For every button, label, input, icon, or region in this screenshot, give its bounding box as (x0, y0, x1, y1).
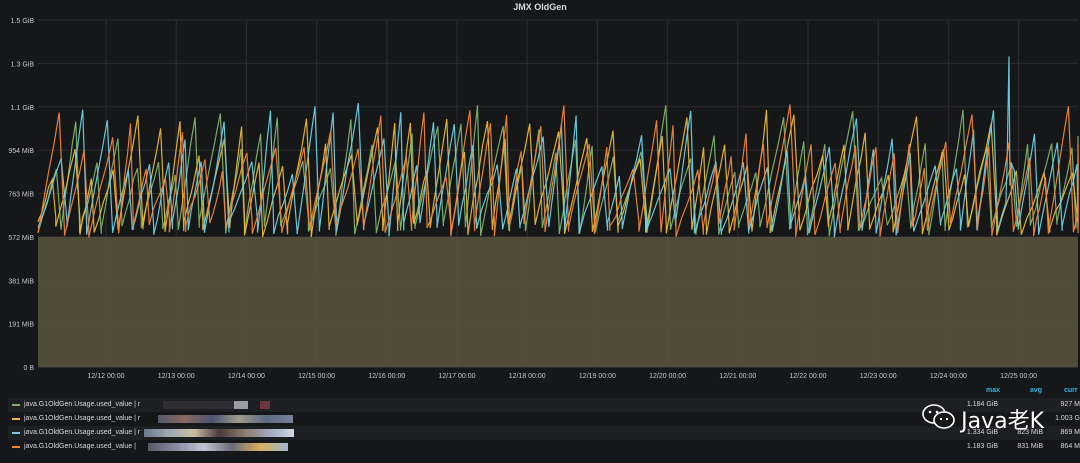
watermark: Java老K (922, 403, 1044, 434)
redacted-block (260, 401, 270, 409)
redacted-block (163, 401, 243, 409)
wechat-icon (922, 404, 955, 429)
redacted-block (234, 401, 248, 409)
series-swatch (12, 432, 20, 434)
x-tick-label: 12/16 00:00 (368, 373, 405, 380)
redacted-block (158, 415, 293, 423)
y-tick-label: 572 MiB (8, 235, 34, 242)
legend-row[interactable]: java.G1OldGen.Usage.used_value | r 1.003… (8, 412, 1080, 426)
legend-row[interactable]: java.G1OldGen.Usage.used_value | 1.183 G… (8, 440, 1080, 454)
series-swatch (12, 446, 20, 448)
x-tick-label: 12/14 00:00 (228, 373, 265, 380)
x-tick-label: 12/17 00:00 (439, 373, 476, 380)
y-tick-label: 381 MiB (8, 278, 34, 285)
legend: max avg curr java.G1OldGen.Usage.used_va… (0, 384, 1080, 463)
x-tick-label: 12/22 00:00 (790, 373, 827, 380)
y-tick-label: 1.1 GiB (11, 105, 35, 112)
legend-header-max[interactable]: max (986, 387, 1000, 394)
y-tick-label: 1.3 GiB (11, 61, 35, 68)
x-tick-label: 12/21 00:00 (719, 373, 756, 380)
series-name[interactable]: java.G1OldGen.Usage.used_value | (24, 440, 136, 454)
redacted-block (148, 443, 288, 451)
legend-row[interactable]: java.G1OldGen.Usage.used_value | r 1.184… (8, 398, 1080, 412)
series-line (37, 109, 1079, 238)
x-tick-label: 12/23 00:00 (860, 373, 897, 380)
x-tick-label: 12/24 00:00 (930, 373, 967, 380)
y-tick-label: 191 MiB (8, 322, 34, 329)
series-swatch (12, 404, 20, 406)
y-tick-label: 1.5 GiB (11, 18, 35, 25)
y-tick-label: 954 MiB (8, 148, 34, 155)
y-tick-label: 0 B (23, 365, 34, 372)
x-tick-label: 12/13 00:00 (158, 373, 195, 380)
legend-header-avg[interactable]: avg (1030, 387, 1042, 394)
x-tick-label: 12/25 00:00 (1000, 373, 1037, 380)
area-fill (38, 236, 1078, 367)
panel-title[interactable]: JMX OldGen (0, 2, 1080, 12)
redacted-block (144, 429, 294, 437)
x-tick-label: 12/15 00:00 (298, 373, 335, 380)
y-tick-label: 763 MiB (8, 192, 34, 199)
legend-header-current[interactable]: curr (1064, 387, 1078, 394)
series-current: 864 M (1060, 443, 1080, 450)
series-name[interactable]: java.G1OldGen.Usage.used_value | r (24, 412, 140, 426)
legend-row[interactable]: java.G1OldGen.Usage.used_value | r 1.334… (8, 426, 1080, 440)
x-tick-label: 12/20 00:00 (649, 373, 686, 380)
series-name[interactable]: java.G1OldGen.Usage.used_value | r (24, 398, 140, 412)
chart-plot[interactable]: 0 B 191 MiB 381 MiB 572 MiB 763 MiB 954 MiB 1.… (0, 14, 1080, 384)
series-swatch (12, 418, 20, 420)
x-tick-label: 12/18 00:00 (509, 373, 546, 380)
watermark-text: Java老K (961, 409, 1044, 434)
x-tick-label: 12/12 00:00 (88, 373, 125, 380)
graph-panel: JMX OldGen 0 B 191 MiB 381 MiB 572 MiB 763 M… (0, 0, 1080, 463)
x-tick-label: 12/19 00:00 (579, 373, 616, 380)
series-name[interactable]: java.G1OldGen.Usage.used_value | r (24, 426, 140, 440)
